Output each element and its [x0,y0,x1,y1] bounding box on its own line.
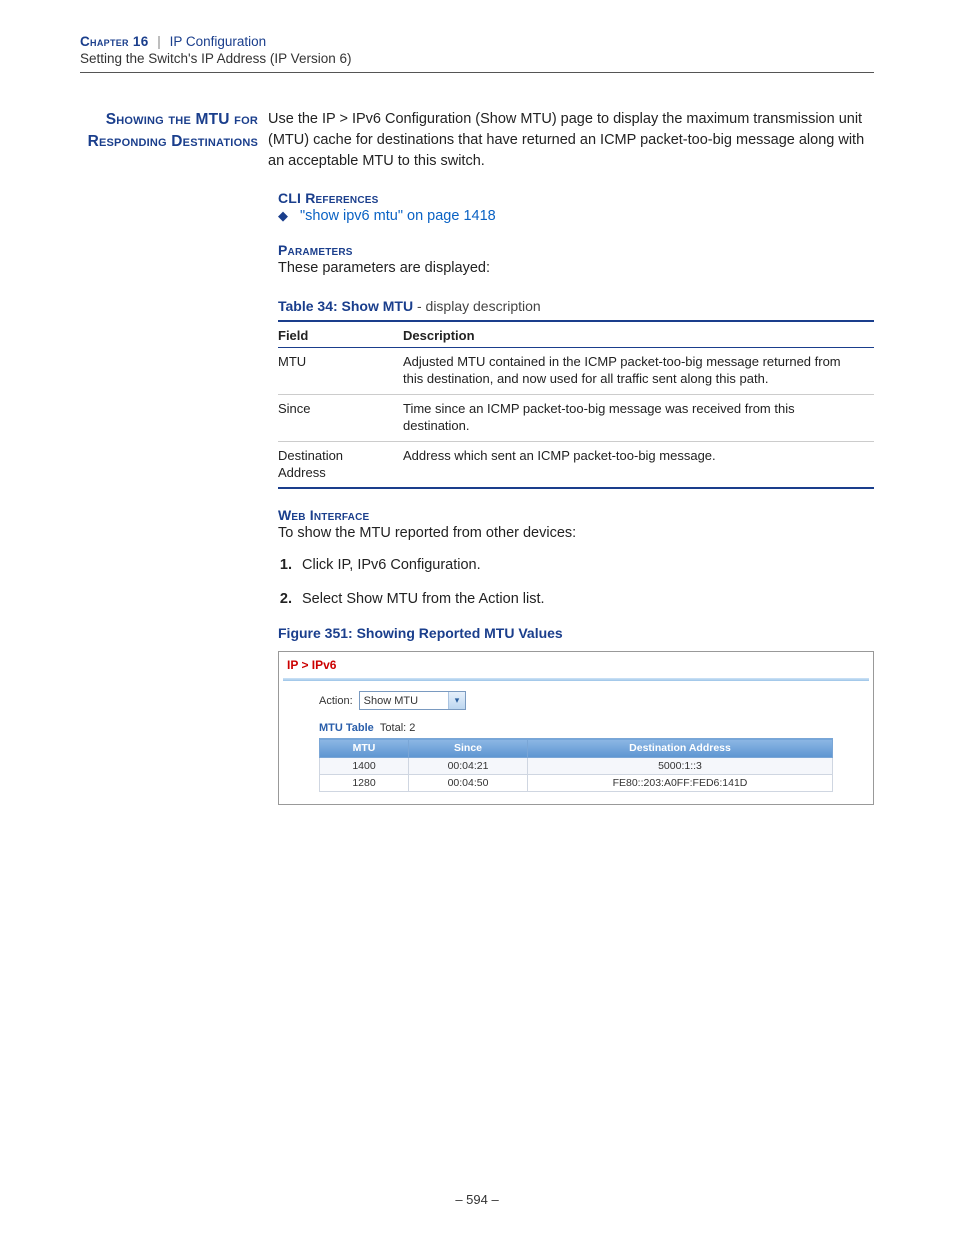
chapter-title: IP Configuration [170,34,267,49]
web-interface-label: Web Interface [278,507,874,523]
page-number: – 594 – [0,1192,954,1207]
table-row: Since Time since an ICMP packet-too-big … [278,394,874,441]
cli-reference-link[interactable]: "show ipv6 mtu" on page 1418 [300,208,496,224]
cli-references-label: CLI References [278,190,874,206]
mtu-table: MTU Since Destination Address 1400 00:04… [319,738,833,792]
table-cell: Adjusted MTU contained in the ICMP packe… [403,348,874,395]
chapter-label: Chapter 16 [80,34,149,49]
table-cell: 00:04:21 [409,758,528,775]
mtu-table-label: MTU Table [319,722,374,734]
action-select[interactable]: Show MTU ▾ [359,691,466,710]
table34-caption-rest: - display description [413,298,541,314]
action-select-value: Show MTU [360,695,448,707]
figure-ui-panel: IP > IPv6 Action: Show MTU ▾ MTU Table T… [278,651,874,805]
table-cell: 00:04:50 [409,775,528,792]
mtu-table-count: Total: 2 [380,722,415,734]
table-cell: 1280 [320,775,409,792]
table34-head-field: Field [278,321,403,348]
section-intro: Use the IP > IPv6 Configuration (Show MT… [268,109,874,172]
table-row: MTU Adjusted MTU contained in the ICMP p… [278,348,874,395]
table34: Field Description MTU Adjusted MTU conta… [278,320,874,489]
section-side-heading: Showing the MTU for Responding Destinati… [80,109,268,154]
table-cell: Since [278,394,403,441]
col-dest: Destination Address [528,739,833,758]
figure-caption: Figure 351: Showing Reported MTU Values [278,625,874,641]
col-since: Since [409,739,528,758]
header-subtitle: Setting the Switch's IP Address (IP Vers… [80,51,874,66]
table34-head-desc: Description [403,321,874,348]
table-cell: FE80::203:A0FF:FED6:141D [528,775,833,792]
web-steps: Click IP, IPv6 Configuration. Select Sho… [278,557,874,607]
panel-divider [283,678,869,681]
table-row: 1280 00:04:50 FE80::203:A0FF:FED6:141D [320,775,833,792]
page-header: Chapter 16 | IP Configuration Setting th… [80,34,874,73]
table-cell: Destination Address [278,441,403,488]
divider: | [152,34,166,49]
parameters-label: Parameters [278,242,874,258]
table-row: Destination Address Address which sent a… [278,441,874,488]
table-cell: 1400 [320,758,409,775]
table-cell: MTU [278,348,403,395]
col-mtu: MTU [320,739,409,758]
chevron-down-icon: ▾ [448,692,465,709]
list-item: Select Show MTU from the Action list. [296,591,874,607]
table-cell: 5000:1::3 [528,758,833,775]
table-cell: Time since an ICMP packet-too-big messag… [403,394,874,441]
action-label: Action: [319,695,353,707]
diamond-bullet-icon: ◆ [278,208,288,224]
table34-caption-bold: Table 34: Show MTU [278,298,413,314]
web-interface-intro: To show the MTU reported from other devi… [278,525,874,541]
list-item: Click IP, IPv6 Configuration. [296,557,874,573]
parameters-desc: These parameters are displayed: [278,260,874,276]
breadcrumb: IP > IPv6 [279,652,873,678]
table-cell: Address which sent an ICMP packet-too-bi… [403,441,874,488]
table-row: 1400 00:04:21 5000:1::3 [320,758,833,775]
